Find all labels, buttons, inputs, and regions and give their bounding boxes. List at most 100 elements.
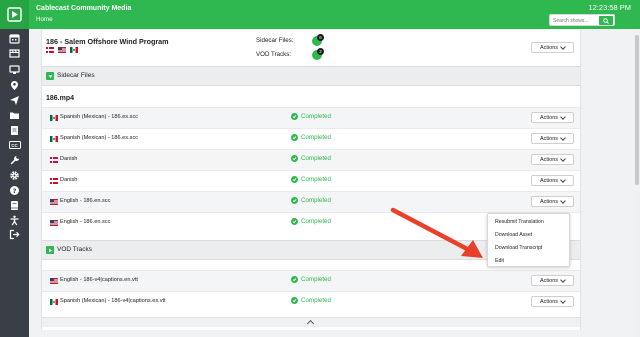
logout-icon[interactable] <box>8 228 21 240</box>
status-completed: Completed <box>291 176 331 183</box>
mexico-flag-icon <box>70 47 78 53</box>
chevron-down-icon <box>560 155 566 162</box>
file-name: English - 186-v4|captions.en.vtt <box>60 277 138 283</box>
sidecar-count: 6 <box>317 34 324 41</box>
chevron-down-icon <box>560 43 566 50</box>
us-flag-icon <box>50 199 58 205</box>
row-actions-button[interactable]: Actions <box>531 196 574 207</box>
search-icon <box>603 17 609 24</box>
file-name: Danish <box>60 156 78 162</box>
actions-label: Actions <box>539 277 559 284</box>
us-flag-icon <box>58 47 66 53</box>
help-icon[interactable]: ? <box>8 184 21 196</box>
menu-item-resubmit-translation[interactable]: Resubmit Translation <box>495 219 544 225</box>
sidecar-count-badge: 6 <box>312 34 324 46</box>
status-text: Completed <box>301 155 331 162</box>
accessibility-icon[interactable] <box>8 214 21 226</box>
row-actions-button[interactable]: Actions <box>531 275 574 286</box>
calendar-icon[interactable] <box>8 32 21 44</box>
status-completed: Completed <box>291 297 331 304</box>
program-title: 186 - Salem Offshore Wind Program <box>46 37 169 46</box>
search-box <box>549 14 615 26</box>
table-row: Spanish (Mexican) - 186.es.scc Completed… <box>42 128 580 149</box>
gear-icon[interactable] <box>8 169 21 181</box>
program-actions-button[interactable]: Actions <box>531 42 574 53</box>
chevron-down-icon <box>560 276 566 283</box>
chevron-down-icon <box>560 134 566 141</box>
menu-item-edit[interactable]: Edit <box>495 258 504 264</box>
row-actions-button[interactable]: Actions <box>531 175 574 186</box>
mexico-flag-icon <box>50 299 58 305</box>
actions-label: Actions <box>539 135 559 142</box>
status-text: Completed <box>301 297 331 304</box>
row-actions-button[interactable]: Actions <box>531 133 574 144</box>
file-name: Spanish (Mexican) - 186.es.scc <box>60 114 139 120</box>
menu-item-download-transcript[interactable]: Download Transcript <box>495 245 542 251</box>
wrench-icon[interactable] <box>8 154 21 166</box>
collapse-bar[interactable] <box>42 317 580 328</box>
vod-count-badge: 2 <box>312 48 324 60</box>
cc-icon[interactable]: CC <box>8 139 21 151</box>
document-icon[interactable] <box>8 124 21 136</box>
status-completed: Completed <box>291 218 331 225</box>
folder-icon[interactable] <box>8 109 21 121</box>
vod-tracks-label: VOD Tracks: <box>256 51 292 58</box>
check-circle-icon <box>291 276 298 283</box>
status-completed: Completed <box>291 113 331 120</box>
status-text: Completed <box>301 218 331 225</box>
table-row: Spanish (Mexican) - 186.es.scc Completed… <box>42 107 580 128</box>
app-title: Cablecast Community Media <box>36 5 132 12</box>
play-logo-icon <box>7 7 22 22</box>
mexico-flag-icon <box>50 115 58 121</box>
actions-label: Actions <box>539 298 559 305</box>
actions-dropdown-menu: Resubmit Translation Download Asset Down… <box>487 213 570 267</box>
location-pin-icon[interactable] <box>8 79 21 91</box>
caret-down-icon <box>46 72 54 80</box>
actions-label: Actions <box>539 198 559 205</box>
file-name: English - 186.en.scc <box>60 219 111 225</box>
vod-tracks-section-label: VOD Tracks <box>57 246 93 253</box>
denmark-flag-icon <box>46 47 54 53</box>
check-circle-icon <box>291 197 298 204</box>
search-button[interactable] <box>599 16 613 25</box>
scrollbar-thumb[interactable] <box>635 35 639 185</box>
check-circle-icon <box>291 155 298 162</box>
status-completed: Completed <box>291 276 331 283</box>
sidecar-files-section-header[interactable]: Sidecar Files <box>42 66 580 86</box>
monitor-icon[interactable] <box>8 63 21 75</box>
breadcrumb-home[interactable]: Home <box>36 16 53 23</box>
row-actions-button[interactable]: Actions <box>531 296 574 307</box>
table-row: Danish Completed Actions <box>42 170 580 191</box>
actions-label: Actions <box>539 156 559 163</box>
program-actions-label: Actions <box>539 44 559 51</box>
book-icon[interactable] <box>8 199 21 211</box>
check-circle-icon <box>291 113 298 120</box>
chevron-down-icon <box>560 113 566 120</box>
status-text: Completed <box>301 176 331 183</box>
top-bar: Cablecast Community Media Home 12:23:58 … <box>0 0 640 29</box>
search-input[interactable] <box>553 16 597 25</box>
page-scrollbar[interactable] <box>634 29 640 337</box>
mexico-flag-icon <box>50 136 58 142</box>
svg-text:?: ? <box>13 186 17 194</box>
row-actions-button[interactable]: Actions <box>531 154 574 165</box>
status-text: Completed <box>301 113 331 120</box>
chevron-down-icon <box>560 176 566 183</box>
table-row: Spanish (Mexican) - 186-v4|captions.es.v… <box>42 291 580 312</box>
file-heading: 186.mp4 <box>46 95 75 102</box>
chevron-up-icon <box>306 319 315 328</box>
actions-label: Actions <box>539 114 559 121</box>
denmark-flag-icon <box>50 157 58 163</box>
check-circle-icon <box>291 297 298 304</box>
actions-label: Actions <box>539 177 559 184</box>
film-icon[interactable] <box>8 47 21 59</box>
row-actions-button[interactable]: Actions <box>531 112 574 123</box>
annotation-arrow-icon <box>390 207 483 258</box>
send-icon[interactable] <box>8 94 21 106</box>
app-logo[interactable] <box>0 0 29 29</box>
clock: 12:23:58 PM <box>588 3 631 12</box>
menu-item-download-asset[interactable]: Download Asset <box>495 232 532 238</box>
table-row: English - 186-v4|captions.en.vtt Complet… <box>42 270 580 291</box>
denmark-flag-icon <box>50 178 58 184</box>
check-circle-icon <box>291 218 298 225</box>
